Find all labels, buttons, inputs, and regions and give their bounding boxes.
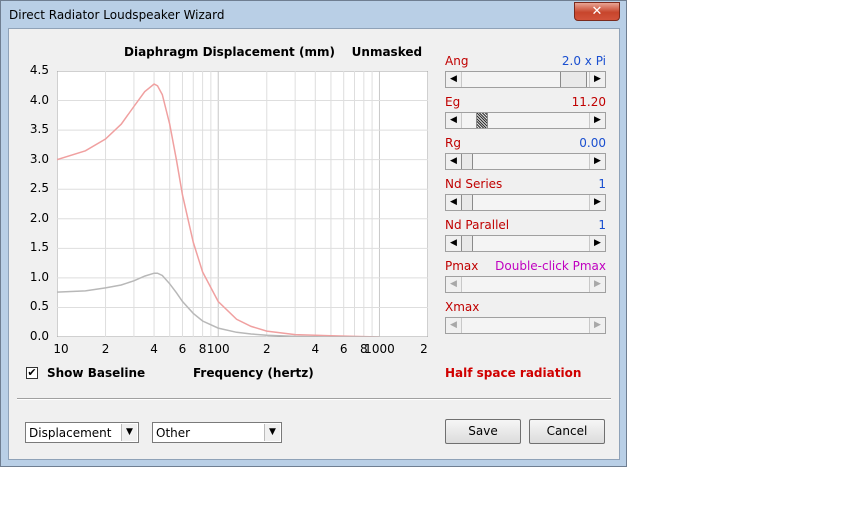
x-tick-label: 8	[198, 342, 207, 356]
ang-scroll-left-icon[interactable]: ◀	[446, 72, 462, 87]
y-tick-label: 3.0	[29, 151, 49, 166]
x-axis-label: Frequency (hertz)	[193, 366, 314, 380]
pmax-label: Pmax	[445, 259, 479, 273]
other-select-value: Other	[156, 426, 191, 440]
y-tick-label: 0.5	[29, 299, 49, 314]
rg-scroll-left-icon[interactable]: ◀	[446, 154, 462, 169]
wizard-window: Direct Radiator Loudspeaker Wizard ✕ Dia…	[0, 0, 627, 467]
show-baseline-checkbox[interactable]: ✔	[26, 367, 38, 379]
ang-scrollbar[interactable]: ◀ ▶	[445, 71, 606, 88]
rg-scroll-thumb[interactable]	[461, 154, 473, 169]
radiation-mode-text: Half space radiation	[445, 366, 582, 380]
nd-parallel-scroll-left-icon[interactable]: ◀	[446, 236, 462, 251]
chart-mask-state: Unmasked	[351, 45, 423, 59]
ang-value: 2.0 x Pi	[561, 54, 606, 68]
xmax-label: Xmax	[445, 300, 480, 314]
y-tick-label: 1.0	[29, 269, 49, 284]
close-button[interactable]: ✕	[574, 2, 620, 21]
eg-scroll-thumb[interactable]	[476, 113, 488, 128]
nd-parallel-scroll-thumb[interactable]	[461, 236, 473, 251]
x-tick-label: 2	[420, 342, 428, 356]
chevron-down-icon[interactable]: ▼	[121, 424, 137, 441]
rg-scrollbar[interactable]: ◀ ▶	[445, 153, 606, 170]
nd-series-scroll-right-icon[interactable]: ▶	[589, 195, 605, 210]
ang-label: Ang	[445, 54, 469, 68]
pmax-scrollbar: ◀ ▶	[445, 276, 606, 293]
y-tick-label: 2.0	[29, 210, 49, 225]
x-tick-label: 2	[262, 342, 271, 356]
other-select[interactable]: Other ▼	[152, 422, 282, 443]
plot-type-select[interactable]: Displacement ▼	[25, 422, 139, 443]
xmax-scroll-right-icon: ▶	[589, 318, 605, 333]
x-tick-label: 1000	[364, 342, 395, 356]
eg-value: 11.20	[571, 95, 606, 109]
pmax-scroll-right-icon: ▶	[589, 277, 605, 292]
chart-title: Diaphragm Displacement (mm) Unmasked	[124, 45, 422, 59]
displacement-chart	[57, 71, 428, 337]
xmax-scroll-left-icon: ◀	[446, 318, 462, 333]
x-tick-label: 4	[150, 342, 158, 356]
pmax-value[interactable]: Double-click Pmax	[495, 259, 606, 273]
chart-title-text: Diaphragm Displacement (mm)	[124, 45, 335, 59]
y-tick-label: 3.5	[29, 122, 49, 137]
rg-scroll-right-icon[interactable]: ▶	[589, 154, 605, 169]
plot-type-value: Displacement	[29, 426, 112, 440]
x-tick-label: 6	[339, 342, 348, 356]
nd-series-value: 1	[598, 177, 606, 191]
nd-parallel-label: Nd Parallel	[445, 218, 510, 232]
rg-value: 0.00	[579, 136, 606, 150]
nd-series-scroll-thumb[interactable]	[461, 195, 473, 210]
nd-series-label: Nd Series	[445, 177, 503, 191]
y-tick-label: 4.0	[29, 92, 49, 107]
dialog-client-area: Diaphragm Displacement (mm) Unmasked 4.5…	[8, 28, 620, 460]
eg-scroll-right-icon[interactable]: ▶	[589, 113, 605, 128]
nd-series-scrollbar[interactable]: ◀ ▶	[445, 194, 606, 211]
nd-parallel-value: 1	[598, 218, 606, 232]
nd-parallel-scroll-right-icon[interactable]: ▶	[589, 236, 605, 251]
save-button[interactable]: Save	[445, 419, 521, 444]
pmax-scroll-left-icon: ◀	[446, 277, 462, 292]
y-tick-label: 0.0	[29, 329, 49, 343]
eg-label: Eg	[445, 95, 461, 109]
window-title: Direct Radiator Loudspeaker Wizard	[9, 8, 225, 22]
eg-scrollbar[interactable]: ◀ ▶	[445, 112, 606, 129]
eg-scroll-left-icon[interactable]: ◀	[446, 113, 462, 128]
cancel-button[interactable]: Cancel	[529, 419, 605, 444]
y-tick-label: 2.5	[29, 181, 49, 196]
nd-series-scroll-left-icon[interactable]: ◀	[446, 195, 462, 210]
x-tick-label: 6	[178, 342, 187, 356]
x-tick-label: 2	[101, 342, 110, 356]
ang-scroll-right-icon[interactable]: ▶	[589, 72, 605, 87]
x-tick-label: 100	[206, 342, 230, 356]
xmax-scrollbar: ◀ ▶	[445, 317, 606, 334]
y-tick-label: 4.5	[29, 63, 49, 77]
y-tick-label: 1.5	[29, 240, 49, 255]
divider	[17, 398, 611, 400]
chevron-down-icon[interactable]: ▼	[264, 424, 280, 441]
title-bar[interactable]: Direct Radiator Loudspeaker Wizard ✕	[1, 1, 626, 28]
show-baseline-label[interactable]: Show Baseline	[47, 366, 145, 380]
x-tick-label: 10	[53, 342, 69, 356]
ang-scroll-thumb[interactable]	[560, 72, 587, 87]
x-tick-label: 4	[311, 342, 320, 356]
nd-parallel-scrollbar[interactable]: ◀ ▶	[445, 235, 606, 252]
rg-label: Rg	[445, 136, 461, 150]
